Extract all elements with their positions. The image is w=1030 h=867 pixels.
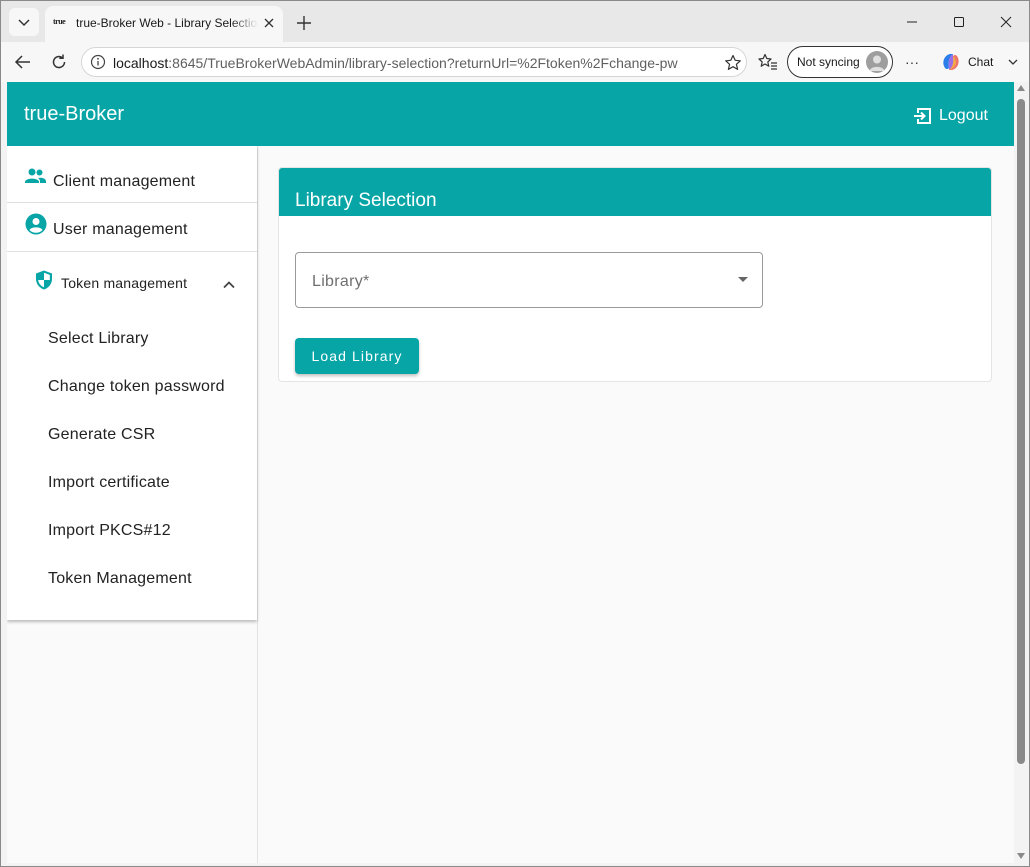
load-library-button[interactable]: Load Library xyxy=(295,338,419,374)
scroll-down-arrow-icon[interactable] xyxy=(1017,853,1025,859)
library-select-label: Library* xyxy=(312,273,370,290)
tab-close-button[interactable] xyxy=(259,13,279,33)
app-brand[interactable]: true-Broker xyxy=(24,103,124,126)
reload-icon xyxy=(52,54,66,69)
copilot-icon xyxy=(943,54,959,70)
address-bar[interactable]: localhost:8645/TrueBrokerWebAdmin/librar… xyxy=(81,47,747,77)
sidebar-subitem-import-certificate[interactable]: Import certificate xyxy=(48,459,238,507)
scroll-up-arrow-icon[interactable] xyxy=(1017,85,1025,91)
favorites-button[interactable] xyxy=(755,48,781,76)
close-window-button[interactable] xyxy=(982,1,1029,42)
sidebar-item-user-management[interactable]: User management xyxy=(7,203,257,252)
favorite-star-button[interactable] xyxy=(722,52,744,74)
sidebar-subitem-select-library[interactable]: Select Library xyxy=(48,315,238,363)
page-title: Library Selection xyxy=(295,190,437,211)
sidebar-group-label: Token management xyxy=(61,275,188,291)
person-icon xyxy=(869,55,885,71)
new-tab-button[interactable] xyxy=(291,10,317,36)
shield-icon xyxy=(36,270,52,290)
sidebar-subitem-change-token-password[interactable]: Change token password xyxy=(48,363,238,411)
window-controls xyxy=(888,1,1029,42)
logout-button[interactable]: Logout xyxy=(913,105,988,127)
logout-label: Logout xyxy=(939,107,988,124)
sidebar-subitem-generate-csr[interactable]: Generate CSR xyxy=(48,411,238,459)
minimize-button[interactable] xyxy=(888,1,935,42)
maximize-icon xyxy=(953,16,964,27)
avatar xyxy=(866,51,888,73)
url-text: localhost:8645/TrueBrokerWebAdmin/librar… xyxy=(113,55,678,71)
browser-window: true true-Broker Web - Library Selection xyxy=(0,0,1030,867)
page-scrollbar[interactable] xyxy=(1014,82,1029,863)
tab-title: true-Broker Web - Library Selection xyxy=(76,16,258,30)
browser-toolbar: localhost:8645/TrueBrokerWebAdmin/librar… xyxy=(1,42,1029,82)
chevron-up-icon[interactable] xyxy=(219,275,239,295)
logout-icon xyxy=(914,108,931,124)
copilot-chat-button[interactable]: Chat xyxy=(934,47,1026,77)
browser-tab-active[interactable]: true true-Broker Web - Library Selection xyxy=(45,6,283,42)
sync-status-text: Not syncing xyxy=(797,55,860,69)
arrow-left-icon xyxy=(14,55,30,69)
sidebar-item-label: Client management xyxy=(53,173,196,190)
sidebar: Client management User management Token … xyxy=(7,146,258,863)
title-bar: true true-Broker Web - Library Selection xyxy=(1,1,1029,42)
sidebar-item-client-management[interactable]: Client management xyxy=(7,154,257,203)
account-circle-icon xyxy=(25,213,47,235)
plus-icon xyxy=(297,16,311,30)
favorites-icon xyxy=(758,53,777,70)
favicon-icon: true xyxy=(53,17,66,26)
main-content: Library Selection Library* Load Library xyxy=(258,146,1014,863)
nav-panel: Client management User management Token … xyxy=(7,146,257,620)
library-selection-card: Library Selection Library* Load Library xyxy=(278,167,992,382)
chat-label: Chat xyxy=(968,55,994,69)
url-host: localhost xyxy=(113,55,169,71)
back-button[interactable] xyxy=(9,48,37,76)
more-options-button[interactable]: ··· xyxy=(898,48,926,76)
app-header: true-Broker Logout xyxy=(7,82,1014,146)
library-select[interactable]: Library* xyxy=(295,252,763,308)
dropdown-arrow-icon xyxy=(738,277,748,282)
tab-list-button[interactable] xyxy=(9,8,39,36)
close-icon xyxy=(1000,16,1011,27)
sidebar-item-label: User management xyxy=(53,221,188,238)
sidebar-subitem-import-pkcs12[interactable]: Import PKCS#12 xyxy=(48,507,238,555)
sidebar-subitem-token-management[interactable]: Token Management xyxy=(48,555,238,603)
star-icon xyxy=(725,54,741,70)
chevron-down-icon xyxy=(1008,59,1018,65)
url-path: :8645/TrueBrokerWebAdmin/library-selecti… xyxy=(168,55,678,71)
close-icon xyxy=(264,18,274,28)
page-viewport: true-Broker Logout Client management Use… xyxy=(7,82,1014,863)
chevron-down-icon xyxy=(18,19,30,27)
scrollbar-thumb[interactable] xyxy=(1017,99,1025,764)
sidebar-group-token-management[interactable]: Token management xyxy=(7,253,257,301)
people-icon xyxy=(25,168,46,183)
profile-button[interactable]: Not syncing xyxy=(787,46,893,78)
info-icon[interactable] xyxy=(90,54,106,70)
card-header: Library Selection xyxy=(279,168,991,216)
minimize-icon xyxy=(906,21,917,22)
reload-button[interactable] xyxy=(45,48,73,76)
maximize-button[interactable] xyxy=(935,1,982,42)
